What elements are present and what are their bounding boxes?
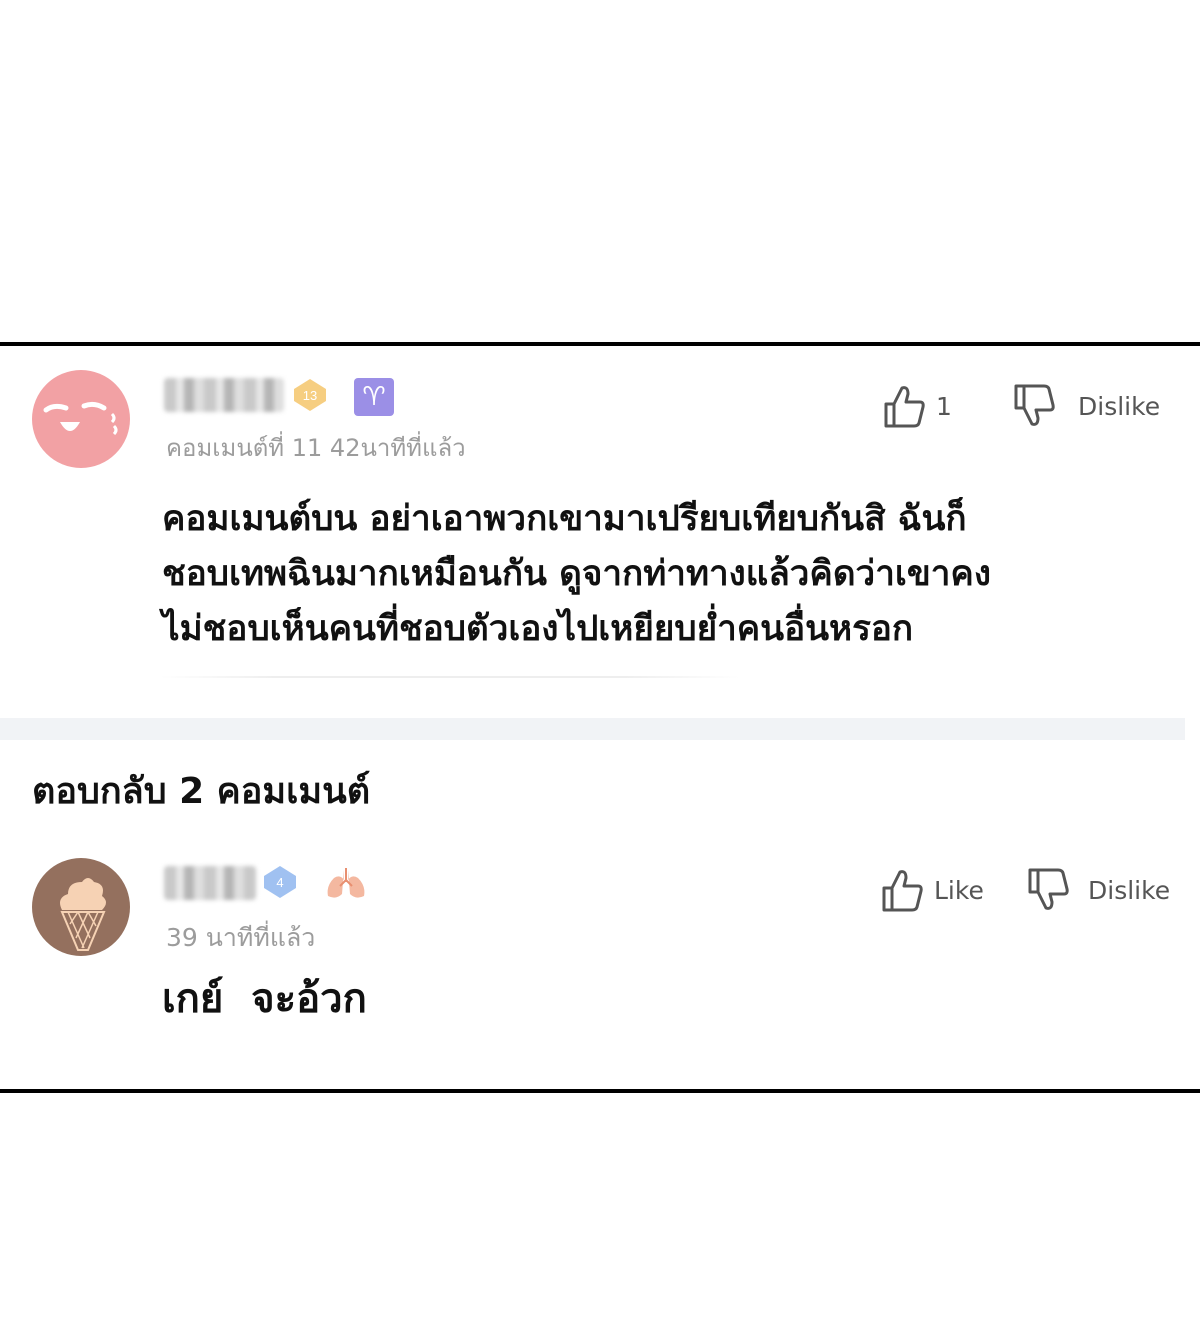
like-label: Like [934,875,984,905]
zodiac-aries-icon: ♈ [354,378,394,416]
username-blurred[interactable] [164,866,256,900]
thumbs-down-icon [1014,384,1055,426]
faint-separator [160,676,740,678]
dislike-label: Dislike [1088,875,1171,905]
dislike-label: Dislike [1078,391,1161,421]
ice-cream-icon [60,878,106,951]
level-badge-number: 13 [303,388,317,403]
comment-meta: คอมเมนต์ที่ 11 42นาทีที่แล้ว [166,434,466,462]
dislike-button[interactable]: Dislike [1012,382,1160,430]
level-badge-icon: 4 [262,864,298,900]
thumbs-down-icon [1028,868,1069,910]
section-divider [0,718,1185,740]
level-badge-icon: 13 [292,377,328,413]
like-count: 1 [936,391,952,421]
comment-body: เกย์ จะอ้วก [162,976,367,1022]
top-divider-rule [0,342,1200,346]
bottom-divider-rule [0,1089,1200,1093]
cartoon-face-icon [43,401,118,436]
comment-meta: 39 นาทีที่แล้ว [166,923,316,952]
like-button[interactable]: Like [880,866,984,914]
avatar[interactable] [32,370,130,468]
level-badge-number: 4 [276,875,283,890]
username-blurred[interactable] [164,378,284,412]
zodiac-symbol: ♈ [362,382,386,412]
like-button[interactable]: 1 [882,382,952,430]
comment-line: ชอบเทพฉินมากเหมือนกัน ดูจากท่าทางแล้วคิด… [162,554,991,594]
replies-header: ตอบกลับ 2 คอมเมนต์ [32,771,371,812]
avatar[interactable] [32,858,130,956]
thumbs-up-icon [884,386,925,428]
comment-line: ไม่ชอบเห็นคนที่ชอบตัวเองไปเหยียบย่ำคนอื่… [162,609,914,649]
dislike-button[interactable]: Dislike [1026,866,1170,914]
comment-body: คอมเมนต์บน อย่าเอาพวกเขามาเปรียบเทียบกัน… [162,492,991,657]
lungs-badge-icon [324,866,368,902]
thumbs-up-icon [882,870,923,912]
comment-line: คอมเมนต์บน อย่าเอาพวกเขามาเปรียบเทียบกัน… [162,499,967,539]
